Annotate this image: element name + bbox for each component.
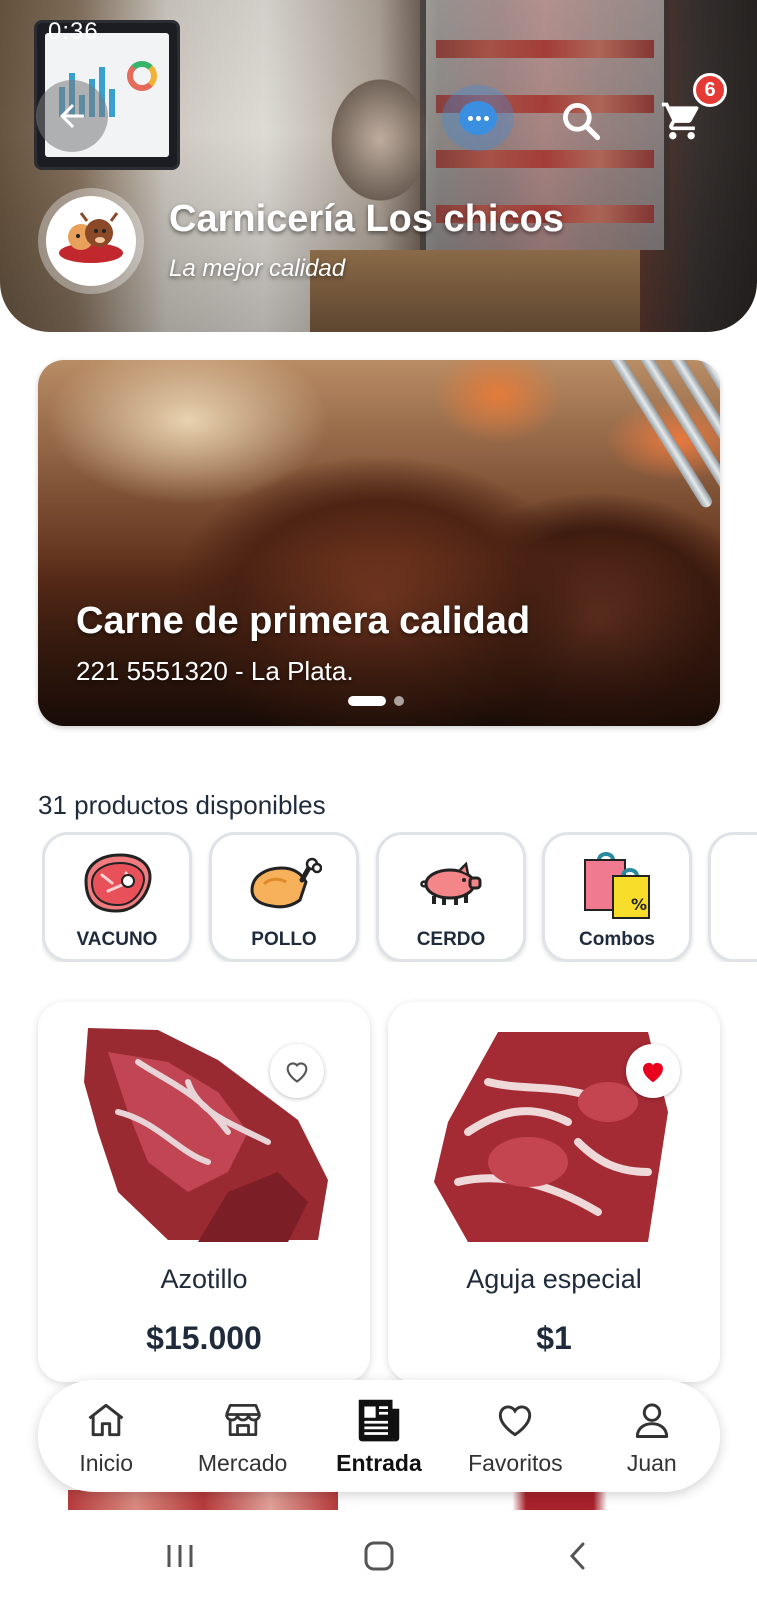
product-card-azotillo[interactable]: Azotillo $15.000 — [38, 1002, 370, 1382]
system-back-button[interactable] — [548, 1531, 608, 1581]
chevron-left-icon — [569, 1542, 584, 1570]
system-navigation-bar — [0, 1512, 757, 1600]
nav-juan[interactable]: Juan — [588, 1386, 716, 1486]
nav-label: Favoritos — [468, 1449, 563, 1476]
carousel-dot-2[interactable] — [394, 696, 404, 706]
category-pollo[interactable]: POLLO — [209, 832, 359, 962]
store-name: Carnicería Los chicos — [169, 198, 564, 240]
heart-filled-icon — [643, 1062, 663, 1083]
banner-title: Carne de primera calidad — [76, 600, 531, 642]
promo-banner[interactable]: Carne de primera calidad 221 5551320 - L… — [38, 360, 720, 726]
cart-icon — [661, 102, 699, 140]
store-icon — [224, 1403, 261, 1436]
category-label: VACUNO — [76, 929, 158, 950]
nav-label: Mercado — [197, 1449, 288, 1476]
pig-icon — [420, 861, 482, 905]
category-label: POLLO — [251, 929, 317, 950]
store-logo[interactable] — [38, 188, 144, 294]
carousel-indicator[interactable] — [348, 696, 404, 706]
home-square-icon — [364, 1541, 393, 1571]
banner-subtitle: 221 5551320 - La Plata. — [76, 656, 354, 686]
category-label: CERDO — [416, 929, 486, 950]
bottom-navigation: Inicio Mercado Entrada Favoritos Juan — [38, 1380, 720, 1492]
background-counter — [310, 250, 640, 332]
carousel-dot-1[interactable] — [348, 696, 386, 706]
recent-apps-icon — [167, 1545, 192, 1567]
category-label: Combos — [579, 929, 655, 950]
user-icon — [635, 1403, 668, 1438]
category-combos[interactable]: % Combos — [542, 832, 692, 962]
product-card-aguja-especial[interactable]: Aguja especial $1 — [388, 1002, 720, 1382]
search-icon — [563, 103, 601, 141]
nav-inicio[interactable]: Inicio — [42, 1386, 170, 1486]
category-list[interactable]: VACUNO POLLO CERDO % Combos — [42, 832, 757, 962]
chat-button[interactable] — [442, 85, 514, 151]
butcher-logo-icon — [59, 212, 123, 263]
heart-outline-icon — [286, 1062, 308, 1083]
nav-favoritos[interactable]: Favoritos — [451, 1386, 579, 1486]
nav-entrada[interactable]: Entrada — [315, 1386, 443, 1486]
product-name: Azotillo — [160, 1264, 248, 1294]
shopping-bags-icon: % — [584, 852, 650, 919]
product-price: $1 — [536, 1320, 572, 1356]
svg-text:%: % — [631, 895, 647, 914]
favorite-button[interactable] — [626, 1044, 680, 1098]
nav-label: Juan — [626, 1449, 677, 1476]
fork-decoration — [558, 360, 720, 560]
favorite-button[interactable] — [270, 1044, 324, 1098]
status-time: 0:36 — [48, 18, 99, 45]
nav-label: Entrada — [336, 1449, 422, 1476]
chicken-icon — [250, 857, 322, 909]
home-icon — [88, 1403, 124, 1436]
category-cerdo[interactable]: CERDO — [376, 832, 526, 962]
nav-label: Inicio — [79, 1449, 134, 1476]
heart-icon — [499, 1404, 532, 1436]
products-count: 31 productos disponibles — [38, 790, 326, 820]
cart-count-badge: 6 — [693, 73, 727, 107]
recent-apps-button[interactable] — [150, 1531, 210, 1581]
category-partial[interactable]: P — [708, 832, 757, 962]
back-button[interactable] — [36, 80, 108, 152]
newspaper-icon — [358, 1399, 400, 1441]
app-screen: 0:36 6 Carnicería Los chicos La mejor ca… — [0, 0, 757, 1600]
product-name: Aguja especial — [466, 1264, 642, 1294]
search-button[interactable] — [545, 85, 617, 157]
home-system-button[interactable] — [349, 1531, 409, 1581]
product-price: $15.000 — [146, 1320, 262, 1356]
back-arrow-icon — [60, 104, 84, 128]
chat-icon — [459, 101, 497, 135]
category-vacuno[interactable]: VACUNO — [42, 832, 192, 962]
steak-icon — [84, 853, 152, 913]
store-slogan: La mejor calidad — [169, 255, 346, 282]
nav-mercado[interactable]: Mercado — [179, 1386, 307, 1486]
